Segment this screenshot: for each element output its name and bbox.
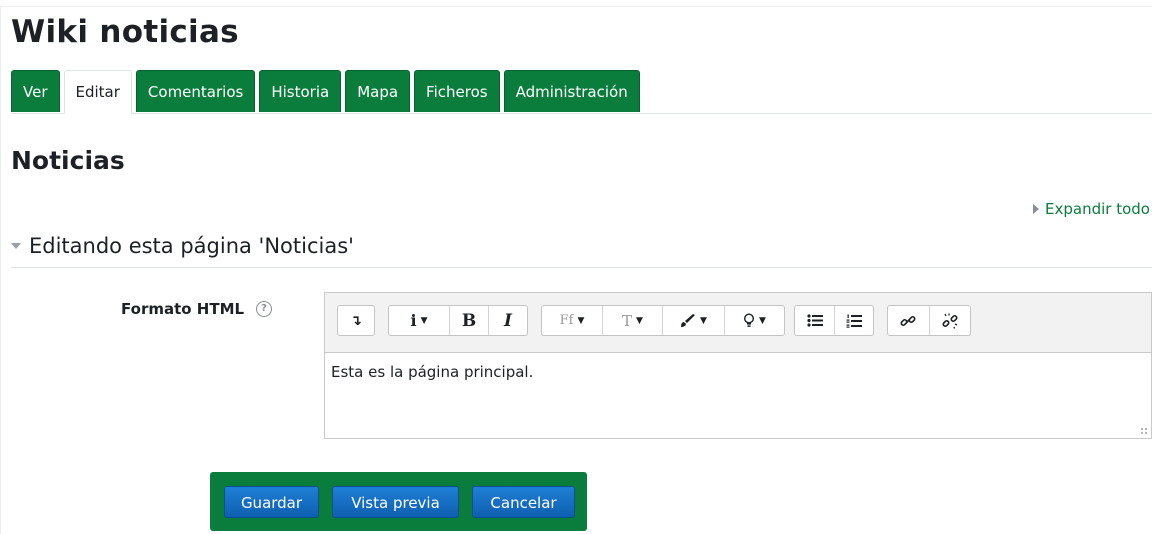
chevron-down-icon: ▼ [636, 315, 643, 326]
ordered-list-button[interactable] [834, 306, 873, 335]
chevron-down-icon: ▼ [759, 315, 766, 326]
numbered-list-icon [846, 314, 862, 328]
editor-toolbar: ↴ i ▼ B I Ff ▼ T ▼ ▼ ▼ [325, 293, 1151, 353]
tab-historia[interactable]: Historia [259, 70, 342, 112]
link-button[interactable] [888, 306, 929, 335]
expand-triangle-icon [1033, 204, 1040, 214]
brush-icon [681, 313, 696, 327]
field-label-html-format: Formato HTML ? [121, 300, 273, 318]
help-icon[interactable]: ? [256, 301, 273, 317]
tab-comentarios[interactable]: Comentarios [135, 70, 256, 112]
editor-content[interactable]: Esta es la página principal. [331, 363, 533, 381]
left-divider [0, 6, 1, 534]
tab-editar[interactable]: Editar [63, 70, 132, 114]
cancel-button[interactable]: Cancelar [472, 486, 575, 518]
collapse-toolbar-button[interactable]: ↴ [338, 306, 374, 335]
toolbar-group-format: Ff ▼ T ▼ ▼ ▼ [541, 305, 785, 336]
tab-ficheros[interactable]: Ficheros [414, 70, 500, 112]
chevron-down-icon: ▼ [577, 315, 585, 326]
bullet-list-icon [806, 314, 823, 327]
unlink-icon [942, 313, 958, 329]
toolbar-group-text: i ▼ B I [388, 305, 528, 336]
info-icon: i [410, 311, 417, 330]
lightbulb-icon [744, 313, 755, 327]
font-size-icon: T [622, 311, 633, 330]
tab-ver[interactable]: Ver [11, 70, 60, 112]
italic-button[interactable]: I [488, 306, 527, 335]
page-title: Noticias [11, 146, 125, 175]
preview-button[interactable]: Vista previa [332, 486, 459, 518]
font-color-dropdown[interactable]: ▼ [662, 306, 724, 335]
field-label-text: Formato HTML [121, 300, 245, 318]
bold-button[interactable]: B [449, 306, 488, 335]
collapse-triangle-icon [11, 243, 21, 249]
wiki-title: Wiki noticias [11, 14, 239, 50]
toolbar-group-lists [794, 305, 874, 336]
chevron-down-icon: ▼ [420, 315, 428, 326]
section-title: Editando esta página 'Noticias' [29, 234, 354, 258]
background-color-dropdown[interactable]: ▼ [724, 306, 784, 335]
html-editor: ↴ i ▼ B I Ff ▼ T ▼ ▼ ▼ Esta es la página… [324, 292, 1152, 439]
form-actions: Guardar Vista previa Cancelar [210, 472, 587, 531]
font-size-dropdown[interactable]: T ▼ [602, 306, 662, 335]
toolbar-group-links [887, 305, 971, 336]
toolbar-group-collapse: ↴ [337, 305, 375, 336]
chevron-down-icon: ▼ [700, 315, 707, 326]
section-divider [11, 267, 1152, 268]
tab-bar: Ver Editar Comentarios Historia Mapa Fic… [11, 70, 640, 114]
expand-all-link[interactable]: Expandir todo [1033, 200, 1150, 218]
tabs-divider [11, 113, 1152, 114]
font-family-dropdown[interactable]: Ff ▼ [542, 306, 602, 335]
top-divider [0, 6, 1152, 7]
tab-mapa[interactable]: Mapa [345, 70, 411, 112]
link-icon [900, 315, 916, 326]
expand-all-label: Expandir todo [1045, 200, 1150, 218]
save-button[interactable]: Guardar [224, 486, 319, 518]
section-header[interactable]: Editando esta página 'Noticias' [11, 234, 354, 258]
font-family-icon: Ff [559, 313, 574, 328]
info-dropdown-button[interactable]: i ▼ [389, 306, 449, 335]
unordered-list-button[interactable] [795, 306, 834, 335]
unlink-button[interactable] [928, 306, 970, 335]
tab-administracion[interactable]: Administración [503, 70, 640, 112]
resize-handle-icon[interactable] [1140, 427, 1148, 435]
